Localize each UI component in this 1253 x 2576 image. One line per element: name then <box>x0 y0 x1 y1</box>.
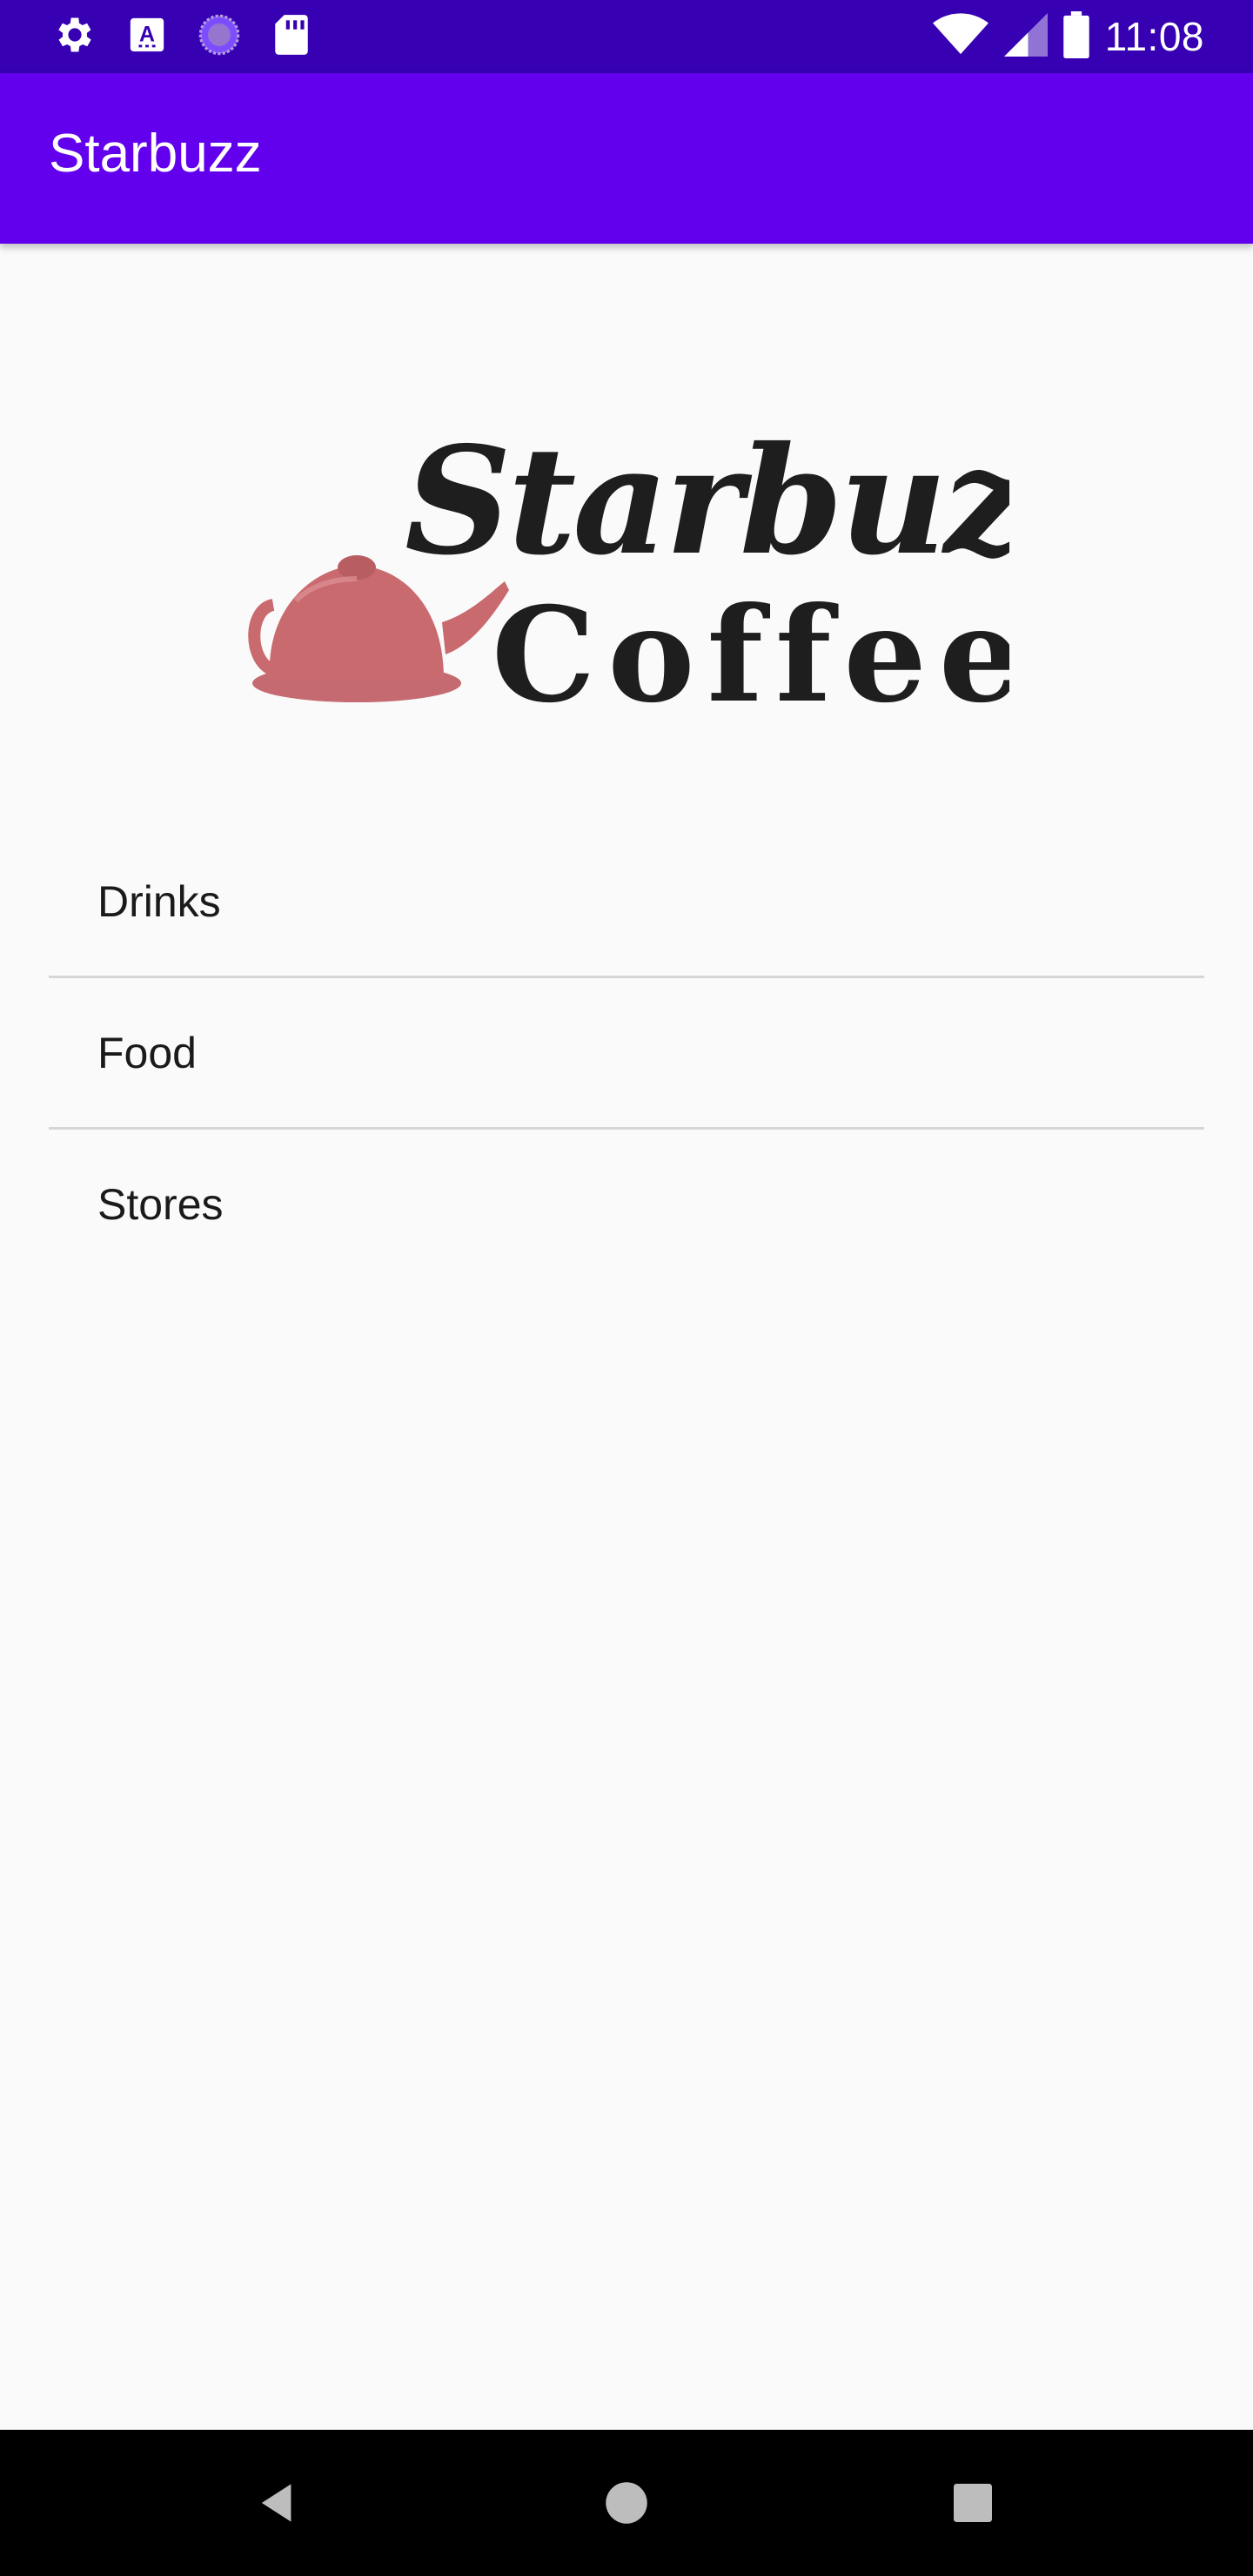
sync-icon <box>197 12 242 61</box>
status-icons-left: A <box>52 14 312 59</box>
home-icon <box>606 2482 647 2524</box>
back-icon <box>261 2484 291 2522</box>
starbuzz-logo: Starbuzz Coffee <box>244 383 1115 740</box>
back-button[interactable] <box>235 2459 322 2546</box>
status-bar: A 11:08 <box>0 0 1253 73</box>
menu-item-label: Food <box>97 1028 197 1077</box>
settings-icon <box>52 12 97 61</box>
logo-line-2: Coffee <box>492 579 1009 732</box>
menu-item-label: Drinks <box>97 876 221 926</box>
wifi-icon <box>932 13 988 60</box>
status-icons-right: 11:08 <box>932 10 1204 63</box>
navigation-bar <box>0 2430 1253 2576</box>
svg-text:A: A <box>139 23 155 47</box>
status-time: 11:08 <box>1104 14 1204 59</box>
signal-icon <box>1003 13 1048 60</box>
menu-item-label: Stores <box>97 1179 224 1229</box>
menu-item-food[interactable]: Food <box>49 978 1204 1127</box>
recents-icon <box>954 2484 992 2522</box>
recents-button[interactable] <box>929 2459 1016 2546</box>
menu-item-stores[interactable]: Stores <box>49 1130 1204 1278</box>
screen: A 11:08 Starbuzz Starbu Coffee Drinks Fo… <box>0 0 1253 2576</box>
a-badge-icon: A <box>127 15 167 58</box>
logo-line-1: Starbuzz <box>405 414 1009 588</box>
app-bar: Starbuzz <box>0 73 1253 244</box>
home-button[interactable] <box>583 2459 670 2546</box>
battery-icon <box>1063 11 1089 62</box>
menu-list: Drinks Food Stores <box>49 827 1204 1278</box>
sd-card-icon <box>271 13 312 60</box>
app-title: Starbuzz <box>49 124 262 184</box>
menu-item-drinks[interactable]: Drinks <box>49 827 1204 976</box>
